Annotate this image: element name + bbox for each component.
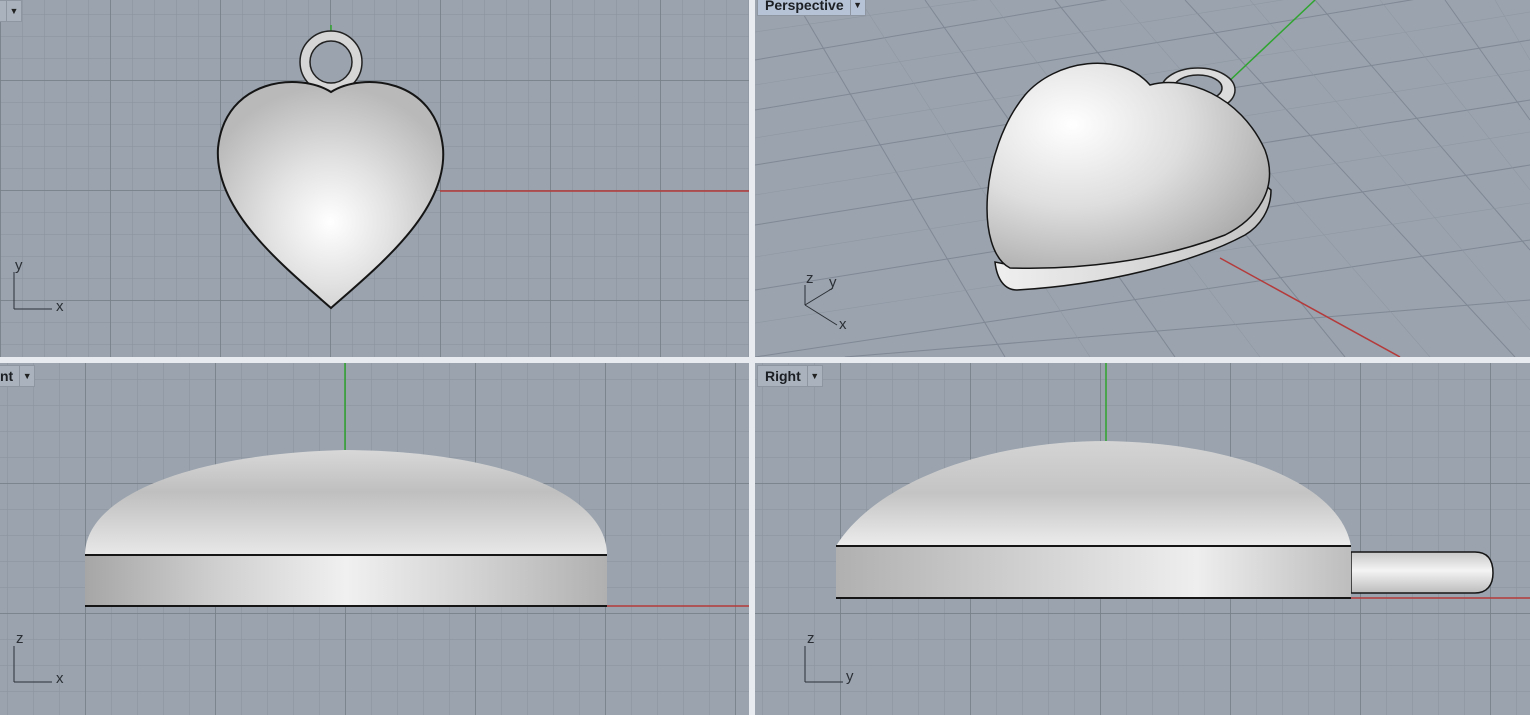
axis-indicator: z x xyxy=(13,630,64,687)
axis-label-x: x xyxy=(56,298,64,315)
viewport-perspective[interactable]: z y x Perspective ▼ xyxy=(755,0,1530,357)
viewport-title: nt xyxy=(0,368,14,384)
viewport-label-right[interactable]: Right ▼ xyxy=(757,365,823,387)
right-view-canvas: z y xyxy=(804,363,1530,685)
chevron-down-icon[interactable]: ▼ xyxy=(806,366,822,386)
pendant-dome xyxy=(836,441,1351,546)
viewport-label-front[interactable]: nt ▼ xyxy=(0,365,36,387)
heart-pendant xyxy=(216,81,445,310)
axis-label-y: y xyxy=(846,668,854,685)
perspective-view-canvas: z y x xyxy=(755,0,1530,357)
pendant-band xyxy=(85,555,607,606)
chevron-down-icon[interactable]: ▼ xyxy=(849,0,865,15)
y-axis-line xyxy=(1224,0,1316,86)
viewport-label-perspective[interactable]: Perspective ▼ xyxy=(757,0,866,16)
front-view-canvas: z x xyxy=(13,363,749,687)
pendant-dome xyxy=(85,450,607,555)
top-view-canvas: y x xyxy=(13,25,749,315)
viewport-top[interactable]: y x ▼ xyxy=(0,0,749,357)
axis-label-x: x xyxy=(56,670,64,687)
axis-indicator: z y xyxy=(804,630,854,685)
axis-label-z: z xyxy=(807,630,815,647)
viewport-front[interactable]: z x nt ▼ xyxy=(0,363,749,715)
chevron-down-icon[interactable]: ▼ xyxy=(6,1,21,21)
viewport-right[interactable]: z y Right ▼ xyxy=(755,363,1530,715)
viewport-title: Right xyxy=(765,368,801,384)
axis-label-y: y xyxy=(829,274,837,291)
axis-label-z: z xyxy=(16,630,24,647)
chevron-down-icon[interactable]: ▼ xyxy=(19,366,34,386)
axis-label-x: x xyxy=(839,316,847,333)
pendant-band xyxy=(836,546,1351,598)
viewport-title: Perspective xyxy=(765,0,844,13)
viewport-label-top[interactable]: ▼ xyxy=(0,0,22,22)
bail-side xyxy=(1350,551,1494,594)
axis-indicator: z y x xyxy=(804,270,847,333)
axis-label-y: y xyxy=(15,257,23,274)
axis-indicator: y x xyxy=(13,257,64,315)
axis-label-z: z xyxy=(806,270,814,287)
